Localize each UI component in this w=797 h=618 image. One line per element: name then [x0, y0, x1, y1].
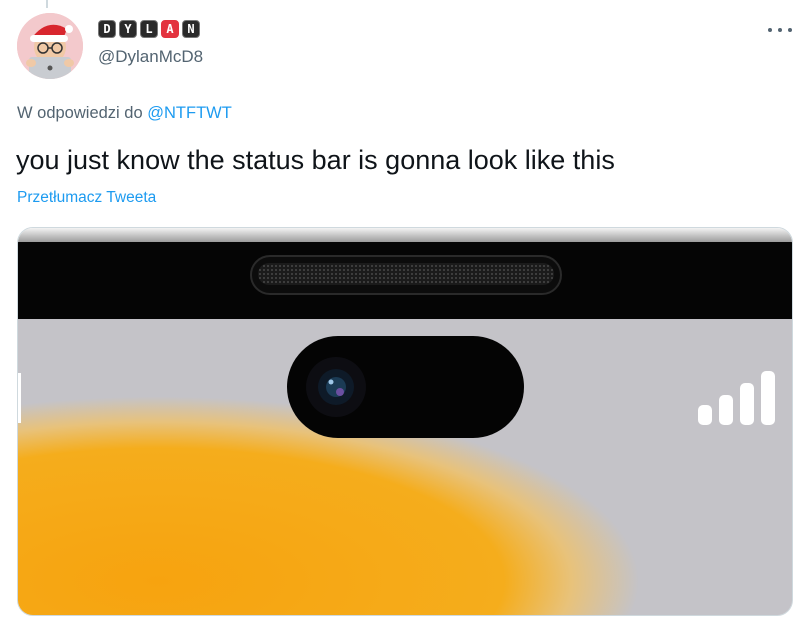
phone-status-bar-illustration — [18, 228, 792, 615]
reply-context: W odpowiedzi do @NTFTWT — [17, 104, 232, 123]
signal-bar — [740, 383, 754, 425]
name-letter-tile: Y — [119, 20, 137, 38]
name-letter-tile: L — [140, 20, 158, 38]
memoji-avatar-icon — [17, 13, 83, 79]
signal-bar — [761, 371, 775, 425]
translate-tweet-link[interactable]: Przetłumacz Tweeta — [17, 189, 156, 207]
reply-mention-link[interactable]: @NTFTWT — [147, 104, 232, 122]
name-letter-tile: N — [182, 20, 200, 38]
name-letter-tile: D — [98, 20, 116, 38]
signal-bar — [698, 405, 712, 425]
name-letter-tile-highlighted: A — [161, 20, 179, 38]
cellular-signal-icon — [698, 371, 775, 425]
tweet-media-image[interactable] — [17, 227, 793, 616]
more-options-icon[interactable] — [768, 22, 792, 38]
tweet-text: you just know the status bar is gonna lo… — [16, 145, 615, 175]
avatar[interactable] — [17, 13, 83, 79]
thread-connector-line — [46, 0, 48, 8]
signal-bar — [719, 395, 733, 425]
reply-prefix: W odpowiedzi do — [17, 104, 143, 122]
display-name[interactable]: D Y L A N — [98, 20, 200, 42]
user-handle[interactable]: @DylanMcD8 — [98, 47, 203, 67]
